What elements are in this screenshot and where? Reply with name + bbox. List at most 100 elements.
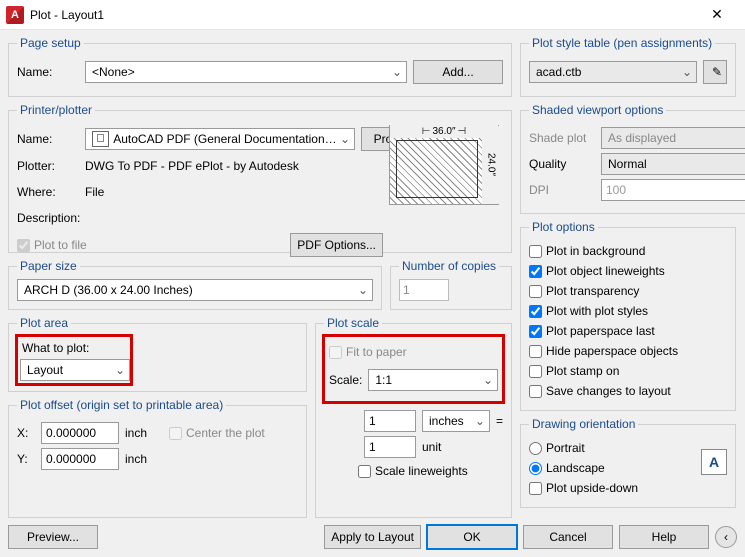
plot-offset-group: Plot offset (origin set to printable are… — [8, 398, 307, 518]
collapse-button[interactable]: ‹ — [715, 526, 737, 548]
what-to-plot-select[interactable]: Layout ⌄ — [20, 359, 130, 381]
plot-stamp-label: Plot stamp on — [546, 364, 619, 378]
portrait-label: Portrait — [546, 441, 585, 455]
plotter-value: DWG To PDF - PDF ePlot - by Autodesk — [85, 159, 299, 173]
orientation-icon: A — [701, 449, 727, 475]
quality-value: Normal — [608, 157, 647, 171]
scale-numerator-input[interactable] — [364, 410, 416, 432]
chevron-down-icon: ⌄ — [358, 283, 368, 297]
style-table-value: acad.ctb — [536, 65, 581, 79]
ok-button[interactable]: OK — [427, 525, 517, 549]
close-button[interactable]: ✕ — [697, 1, 737, 29]
center-plot-label: Center the plot — [186, 426, 265, 440]
where-value: File — [85, 185, 104, 199]
plot-offset-legend: Plot offset (origin set to printable are… — [17, 398, 226, 412]
quality-label: Quality — [529, 157, 595, 171]
style-table-edit-button[interactable]: ✎ — [703, 60, 727, 84]
orientation-legend: Drawing orientation — [529, 417, 638, 431]
chevron-down-icon: ⌄ — [340, 132, 350, 146]
paper-size-select[interactable]: ARCH D (36.00 x 24.00 Inches) ⌄ — [17, 279, 373, 301]
pencil-icon: ✎ — [712, 65, 722, 79]
pdf-options-button[interactable]: PDF Options... — [290, 233, 383, 257]
shaded-legend: Shaded viewport options — [529, 103, 666, 117]
x-unit: inch — [125, 426, 147, 440]
plot-bg-check[interactable]: Plot in background — [529, 242, 727, 260]
chevron-down-icon: ⌄ — [115, 363, 125, 377]
chevron-down-icon: ⌄ — [682, 65, 692, 79]
add-button[interactable]: Add... — [413, 60, 503, 84]
plot-to-file-label: Plot to file — [34, 238, 87, 252]
printer-legend: Printer/plotter — [17, 103, 95, 117]
fit-to-paper-check: Fit to paper — [329, 343, 498, 361]
page-setup-legend: Page setup — [17, 36, 84, 50]
unit-label: unit — [422, 440, 441, 454]
cancel-button[interactable]: Cancel — [523, 525, 613, 549]
chevron-down-icon: ⌄ — [475, 414, 485, 428]
portrait-radio[interactable]: Portrait — [529, 439, 727, 457]
dpi-label: DPI — [529, 183, 595, 197]
scale-label: Scale: — [329, 373, 362, 387]
upside-check[interactable]: Plot upside-down — [529, 479, 727, 497]
x-label: X: — [17, 426, 35, 440]
chevron-down-icon: ⌄ — [392, 65, 402, 79]
plot-area-group: Plot area What to plot: Layout ⌄ — [8, 316, 307, 392]
chevron-left-icon: ‹ — [724, 530, 728, 544]
save-layout-check[interactable]: Save changes to layout — [529, 382, 727, 400]
plot-ps-last-check[interactable]: Plot paperspace last — [529, 322, 727, 340]
what-to-plot-label: What to plot: — [22, 341, 128, 355]
upside-label: Plot upside-down — [546, 481, 638, 495]
where-label: Where: — [17, 185, 79, 199]
style-table-select[interactable]: acad.ctb ⌄ — [529, 61, 697, 83]
plot-options-legend: Plot options — [529, 220, 598, 234]
scale-lineweights-check[interactable]: Scale lineweights — [358, 462, 503, 480]
printer-name-label: Name: — [17, 132, 79, 146]
shade-plot-value: As displayed — [608, 131, 676, 145]
style-table-group: Plot style table (pen assignments) acad.… — [520, 36, 736, 97]
scale-units-value: inches — [429, 414, 464, 428]
style-table-legend: Plot style table (pen assignments) — [529, 36, 715, 50]
plot-area-legend: Plot area — [17, 316, 71, 330]
plot-options-group: Plot options Plot in background Plot obj… — [520, 220, 736, 411]
scale-lineweights-label: Scale lineweights — [375, 464, 468, 478]
paper-height: 24.0″ — [486, 153, 497, 176]
plotter-label: Plotter: — [17, 159, 79, 173]
apply-layout-button[interactable]: Apply to Layout — [324, 525, 421, 549]
paper-size-value: ARCH D (36.00 x 24.00 Inches) — [24, 283, 193, 297]
plot-lw-check[interactable]: Plot object lineweights — [529, 262, 727, 280]
plot-trans-label: Plot transparency — [546, 284, 639, 298]
preview-button[interactable]: Preview... — [8, 525, 98, 549]
page-setup-name-select[interactable]: <None> ⌄ — [85, 61, 407, 83]
hide-ps-check[interactable]: Hide paperspace objects — [529, 342, 727, 360]
window-title: Plot - Layout1 — [30, 8, 104, 22]
scale-value: 1:1 — [375, 373, 392, 387]
scale-denominator-input[interactable] — [364, 436, 416, 458]
y-unit: inch — [125, 452, 147, 466]
plot-to-file-check: Plot to file — [17, 236, 87, 254]
page-setup-group: Page setup Name: <None> ⌄ Add... — [8, 36, 512, 97]
landscape-label: Landscape — [546, 461, 605, 475]
help-button[interactable]: Help — [619, 525, 709, 549]
save-layout-label: Save changes to layout — [546, 384, 671, 398]
landscape-radio[interactable]: Landscape — [529, 459, 727, 477]
plot-lw-label: Plot object lineweights — [546, 264, 665, 278]
printer-name-value: AutoCAD PDF (General Documentation).pc3 — [113, 132, 340, 146]
y-label: Y: — [17, 452, 35, 466]
printer-name-select[interactable]: AutoCAD PDF (General Documentation).pc3 … — [85, 128, 355, 150]
shaded-group: Shaded viewport options Shade plot As di… — [520, 103, 745, 214]
plot-bg-label: Plot in background — [546, 244, 645, 258]
x-input[interactable] — [41, 422, 119, 444]
plot-trans-check[interactable]: Plot transparency — [529, 282, 727, 300]
plot-styles-check[interactable]: Plot with plot styles — [529, 302, 727, 320]
chevron-down-icon: ⌄ — [483, 373, 493, 387]
scale-units-select[interactable]: inches ⌄ — [422, 410, 490, 432]
quality-select[interactable]: Normal ⌄ — [601, 153, 745, 175]
y-input[interactable] — [41, 448, 119, 470]
plot-scale-group: Plot scale Fit to paper Scale: 1:1 ⌄ — [315, 316, 512, 518]
scale-select[interactable]: 1:1 ⌄ — [368, 369, 498, 391]
dpi-input — [601, 179, 745, 201]
center-plot-check: Center the plot — [169, 424, 265, 442]
plot-scale-legend: Plot scale — [324, 316, 382, 330]
plot-stamp-check[interactable]: Plot stamp on — [529, 362, 727, 380]
equals-label: = — [496, 414, 503, 428]
plot-ps-last-label: Plot paperspace last — [546, 324, 655, 338]
